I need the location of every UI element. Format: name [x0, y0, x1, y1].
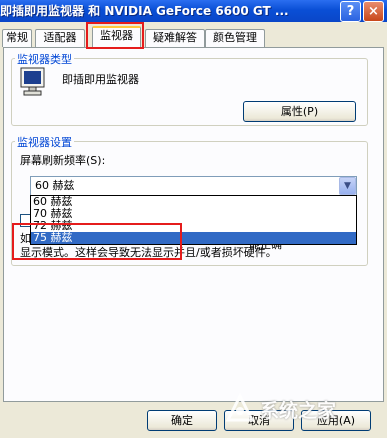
- window-title: 即插即用监视器 和 NVIDIA GeForce 6600 GT ...: [0, 4, 289, 18]
- monitor-icon: [20, 67, 45, 97]
- monitor-name: 即插即用监视器: [62, 73, 139, 86]
- monitor-settings-label: 监视器设置: [15, 134, 74, 149]
- monitor-type-label: 监视器类型: [15, 51, 74, 66]
- ok-button[interactable]: 确定: [147, 410, 217, 431]
- refresh-rate-select[interactable]: 60 赫兹 ▼: [30, 176, 357, 196]
- option-70hz[interactable]: 70 赫兹: [31, 208, 356, 220]
- watermark-logo: 系统之家: [222, 390, 372, 426]
- help-button[interactable]: ?: [340, 1, 361, 22]
- tab-general[interactable]: 常规: [2, 29, 32, 47]
- refresh-rate-label: 屏幕刷新频率(S):: [20, 154, 106, 167]
- tab-adapter[interactable]: 适配器: [35, 29, 85, 47]
- option-60hz[interactable]: 60 赫兹: [31, 196, 356, 208]
- close-button[interactable]: ×: [363, 1, 384, 22]
- highlight-75hz-option: [12, 223, 182, 260]
- refresh-rate-value: 60 赫兹: [35, 179, 75, 192]
- tab-color-management[interactable]: 颜色管理: [205, 29, 265, 47]
- properties-button[interactable]: 属性(P): [243, 101, 356, 122]
- highlight-monitor-tab: [86, 22, 144, 49]
- tab-troubleshoot[interactable]: 疑难解答: [145, 29, 205, 47]
- watermark-text: 系统之家: [260, 400, 337, 422]
- chevron-down-icon[interactable]: ▼: [339, 177, 356, 195]
